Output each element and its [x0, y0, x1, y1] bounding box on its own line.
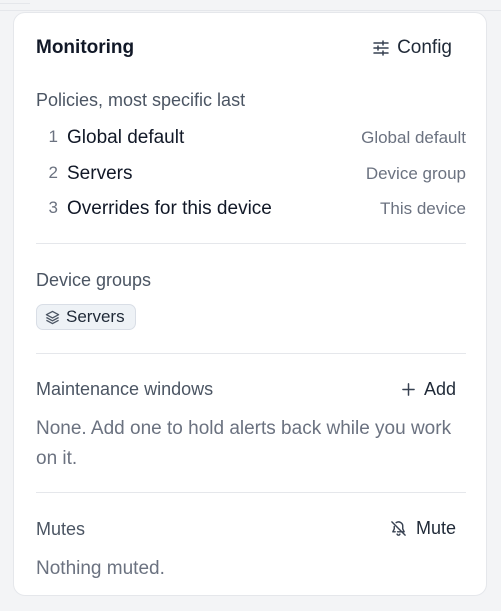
policy-scope: This device: [380, 199, 466, 218]
policy-row: 3 Overrides for this device This device: [36, 196, 466, 232]
policy-name: Servers: [67, 162, 133, 184]
policy-number: 2: [48, 162, 58, 182]
section-divider: [36, 492, 466, 493]
policies-label: Policies, most specific last: [36, 90, 246, 110]
top-tab-stub: [0, 0, 30, 4]
plus-icon: [402, 383, 415, 396]
maintenance-windows-label: Maintenance windows: [36, 379, 214, 399]
config-button[interactable]: Config: [373, 37, 452, 59]
sliders-icon: [373, 40, 389, 56]
layers-icon: [45, 310, 60, 325]
config-button-label: Config: [397, 37, 452, 58]
monitoring-card: Monitoring Config Policies, most specifi…: [13, 12, 487, 596]
policy-number: 3: [48, 198, 58, 217]
policy-name: Overrides for this device: [67, 198, 272, 219]
mute-button-label: Mute: [415, 518, 456, 538]
device-group-chip-label: Servers: [66, 307, 125, 326]
card-header: Monitoring Config: [36, 35, 464, 65]
policy-row: 1 Global default Global default: [36, 125, 466, 161]
device-groups-label: Device groups: [36, 270, 152, 290]
policy-number: 1: [48, 127, 58, 146]
section-divider: [36, 243, 466, 244]
mutes-label: Mutes: [36, 519, 86, 539]
top-strip: [0, 0, 501, 11]
policy-scope: Global default: [361, 128, 466, 147]
card-title: Monitoring: [36, 37, 135, 58]
section-divider: [36, 353, 466, 354]
add-maintenance-window-button[interactable]: Add: [402, 379, 456, 400]
policy-name: Global default: [67, 127, 185, 148]
maintenance-empty-text: None. Add one to hold alerts back while …: [36, 418, 452, 469]
policy-row: 2 Servers Device group: [36, 161, 466, 197]
mutes-empty-text: Nothing muted.: [36, 558, 165, 579]
device-group-chip-servers[interactable]: Servers: [36, 304, 136, 330]
bell-off-icon: [390, 520, 407, 537]
policy-scope: Device group: [365, 163, 466, 183]
add-button-label: Add: [423, 379, 456, 399]
policy-list: 1 Global default Global default 2 Server…: [36, 125, 466, 232]
mute-button[interactable]: Mute: [390, 518, 456, 539]
